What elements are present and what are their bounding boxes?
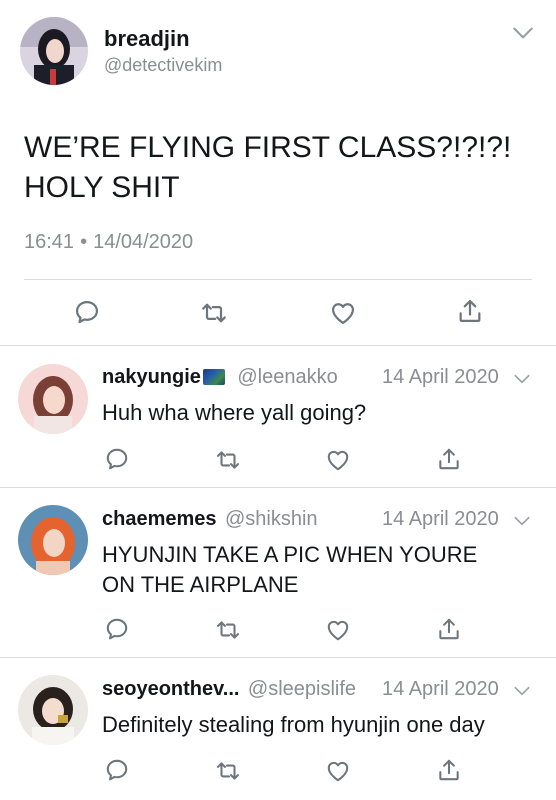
- reply-display-name[interactable]: seoyeonthev...: [102, 678, 239, 700]
- share-icon[interactable]: [436, 446, 462, 472]
- reply-header: seoyeonthev... @sleepislife: [102, 678, 356, 701]
- tweet-date: 14/04/2020: [93, 231, 194, 253]
- separator-dot: •: [80, 231, 88, 253]
- retweet-icon[interactable]: [215, 617, 241, 643]
- reply-display-name[interactable]: nakyungie: [102, 366, 201, 388]
- reply-display-name[interactable]: chaememes: [102, 508, 217, 530]
- avatar[interactable]: [18, 364, 88, 434]
- avatar[interactable]: [20, 17, 88, 85]
- share-icon[interactable]: [456, 297, 484, 325]
- heart-icon[interactable]: [325, 447, 351, 473]
- reply-handle[interactable]: @shikshin: [225, 508, 318, 530]
- chevron-down-icon[interactable]: [512, 511, 532, 531]
- reply-date: 14 April 2020: [382, 508, 499, 530]
- flag-emoji: [202, 369, 225, 385]
- reply-text: HYUNJIN TAKE A PIC WHEN YOURE ON THE AIR…: [102, 540, 477, 600]
- reply-date: 14 April 2020: [382, 678, 499, 700]
- reply-icon[interactable]: [104, 446, 130, 472]
- tweet-text-line: WE’RE FLYING FIRST CLASS?!?!?!: [24, 131, 512, 164]
- reply-icon[interactable]: [73, 298, 101, 326]
- author-handle[interactable]: @detectivekim: [104, 55, 222, 76]
- reply-handle[interactable]: @sleepislife: [248, 678, 356, 700]
- divider: [0, 345, 556, 346]
- reply-icon[interactable]: [104, 616, 130, 642]
- divider: [0, 487, 556, 488]
- reply-text-line: ON THE AIRPLANE: [102, 572, 299, 597]
- reply-date: 14 April 2020: [382, 366, 499, 388]
- share-icon[interactable]: [436, 616, 462, 642]
- reply-header: nakyungie @leenakko: [102, 366, 338, 389]
- avatar[interactable]: [18, 505, 88, 575]
- chevron-down-icon[interactable]: [512, 681, 532, 701]
- retweet-icon[interactable]: [215, 447, 241, 473]
- retweet-icon[interactable]: [200, 299, 228, 327]
- share-icon[interactable]: [436, 757, 462, 783]
- reply-text: Definitely stealing from hyunjin one day: [102, 712, 485, 737]
- heart-icon[interactable]: [325, 758, 351, 784]
- divider: [0, 657, 556, 658]
- chevron-down-icon[interactable]: [512, 369, 532, 389]
- reply-handle[interactable]: @leenakko: [237, 366, 337, 388]
- reply-header: chaememes @shikshin: [102, 508, 318, 531]
- author-display-name[interactable]: breadjin: [104, 26, 190, 52]
- heart-icon[interactable]: [329, 299, 357, 327]
- divider: [24, 279, 532, 280]
- chevron-down-icon[interactable]: [510, 20, 536, 46]
- reply-text: Huh wha where yall going?: [102, 400, 367, 425]
- retweet-icon[interactable]: [215, 758, 241, 784]
- avatar[interactable]: [18, 675, 88, 745]
- reply-icon[interactable]: [104, 757, 130, 783]
- heart-icon[interactable]: [325, 617, 351, 643]
- tweet-time: 16:41: [24, 231, 75, 253]
- tweet-timestamp: 16:41 • 14/04/2020: [24, 231, 193, 254]
- reply-text-line: HYUNJIN TAKE A PIC WHEN YOURE: [102, 542, 478, 567]
- tweet-text-line: HOLY SHIT: [24, 171, 180, 204]
- tweet-text: WE’RE FLYING FIRST CLASS?!?!?! HOLY SHIT: [24, 128, 534, 208]
